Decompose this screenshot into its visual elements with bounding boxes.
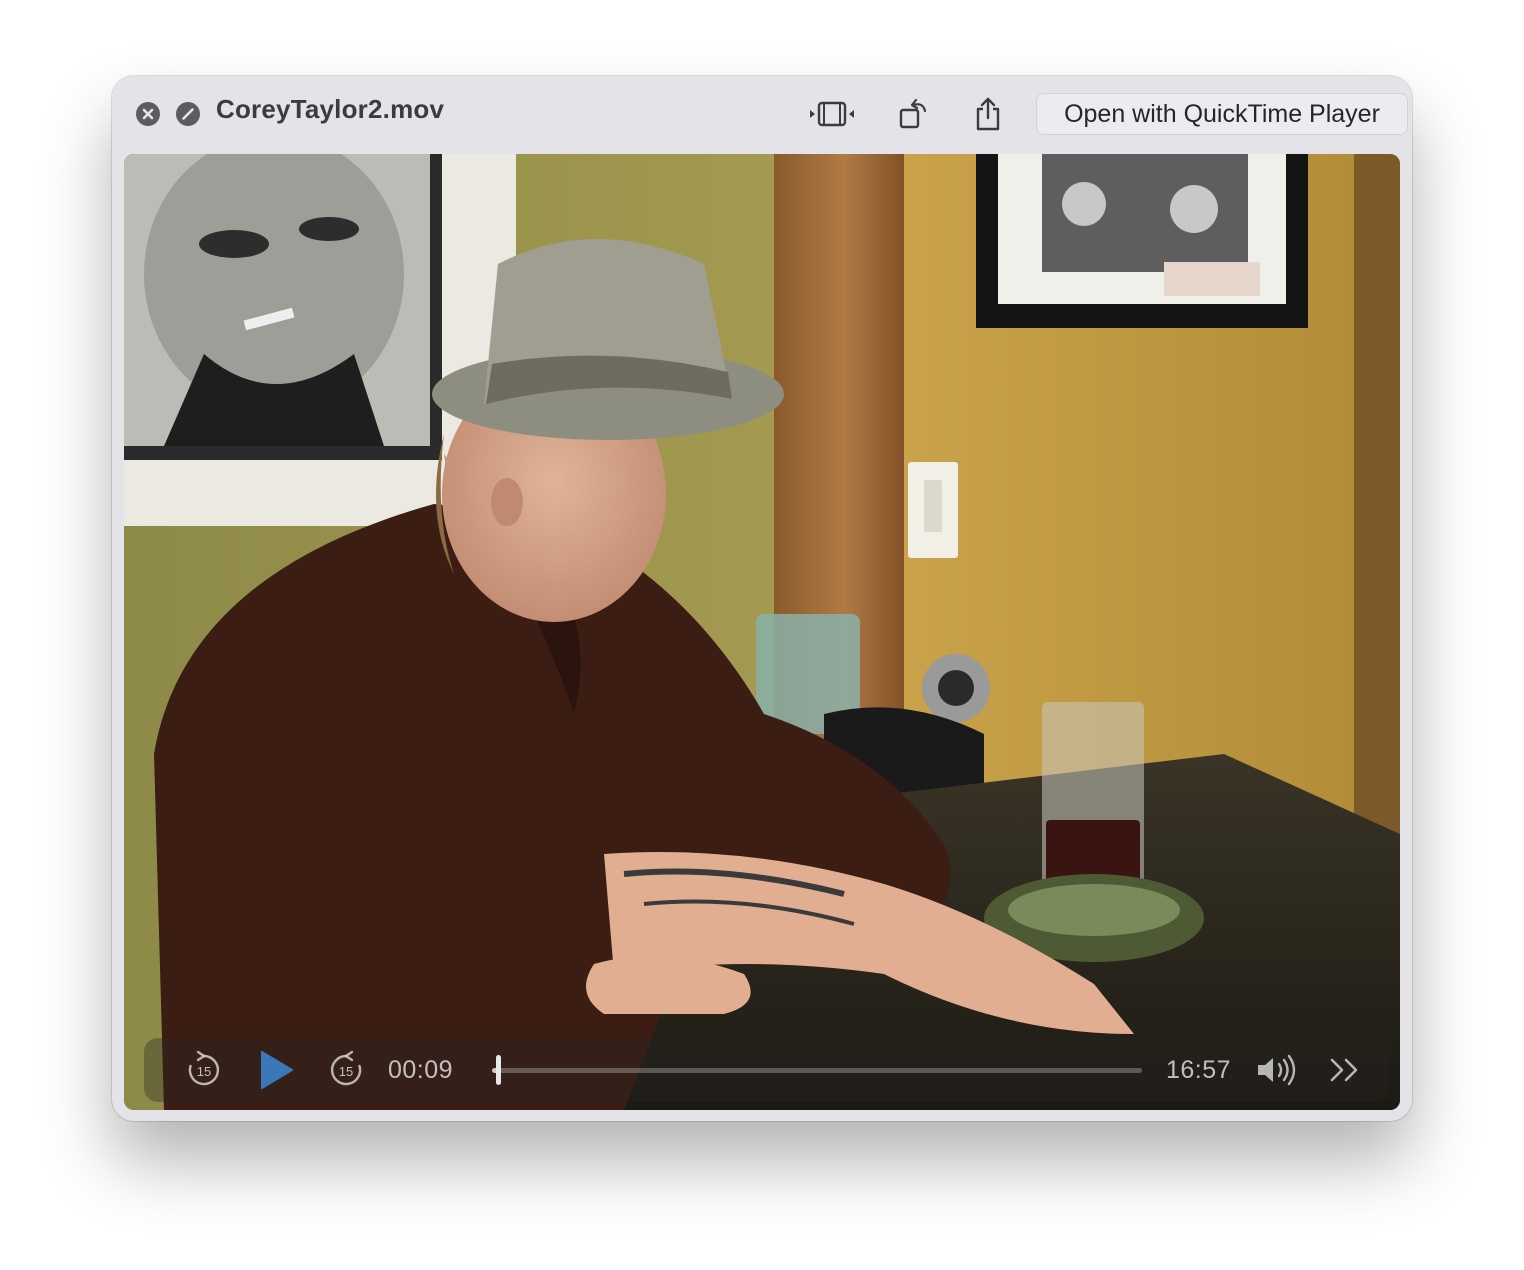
rotate-icon <box>899 98 927 129</box>
skip-back-icon: 15 <box>188 1050 220 1086</box>
video-frame[interactable]: 15 15 00:09 16:57 <box>124 154 1400 1110</box>
close-button[interactable] <box>136 102 160 126</box>
title-bar: CoreyTaylor2.mov Open with QuickTime Pla… <box>112 76 1412 152</box>
scrubber-handle[interactable] <box>496 1055 501 1085</box>
skip-back-15-button[interactable]: 15 <box>182 1048 226 1092</box>
no-entry-icon <box>182 108 194 120</box>
quicklook-window: CoreyTaylor2.mov Open with QuickTime Pla… <box>112 76 1412 1121</box>
skip-back-label: 15 <box>197 1064 211 1079</box>
skip-forward-15-button[interactable]: 15 <box>324 1048 368 1092</box>
chevron-double-right-icon <box>1330 1058 1358 1082</box>
more-controls-button[interactable] <box>1324 1052 1368 1088</box>
current-time: 00:09 <box>388 1056 454 1084</box>
speaker-icon <box>1258 1054 1296 1086</box>
trim-icon <box>810 101 854 127</box>
duration: 16:57 <box>1166 1056 1232 1084</box>
fullscreen-button[interactable] <box>176 102 200 126</box>
open-with-quicktime-button[interactable]: Open with QuickTime Player <box>1036 93 1408 135</box>
window-title: CoreyTaylor2.mov <box>216 94 445 124</box>
share-icon <box>976 97 1000 131</box>
video-still <box>124 154 1400 1110</box>
close-icon <box>142 108 154 120</box>
play-icon <box>261 1051 293 1089</box>
skip-forward-icon: 15 <box>330 1050 362 1086</box>
play-button[interactable] <box>252 1046 300 1094</box>
volume-button[interactable] <box>1254 1052 1300 1088</box>
rotate-button[interactable] <box>890 94 938 134</box>
skip-forward-label: 15 <box>339 1064 353 1079</box>
share-button[interactable] <box>964 94 1012 134</box>
playback-controls: 15 15 00:09 16:57 <box>144 1038 1390 1102</box>
scrubber[interactable] <box>492 1055 1142 1085</box>
trim-button[interactable] <box>808 94 856 134</box>
